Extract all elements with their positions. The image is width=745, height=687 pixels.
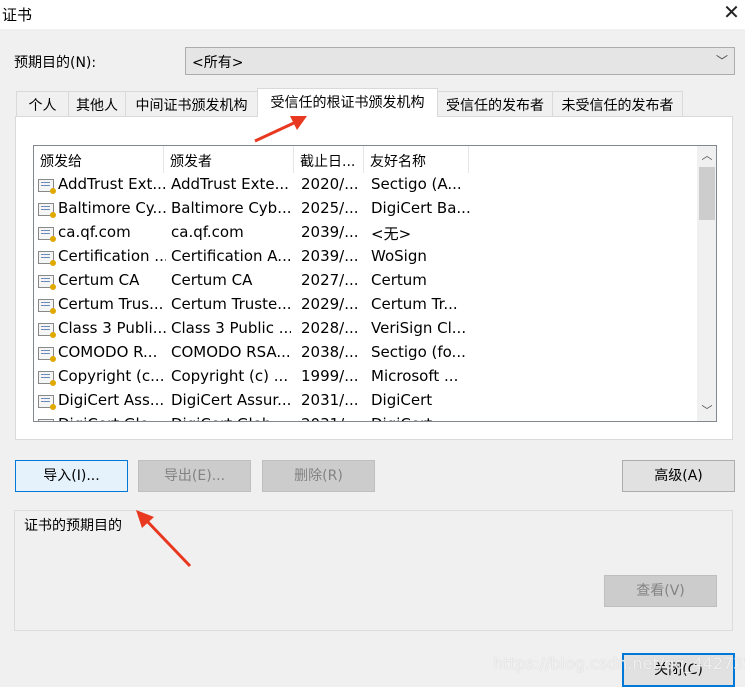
arrow-to-trusted-root-tab xyxy=(254,116,307,143)
arrow-to-import-button xyxy=(136,510,192,568)
annotation-arrows xyxy=(136,116,307,568)
